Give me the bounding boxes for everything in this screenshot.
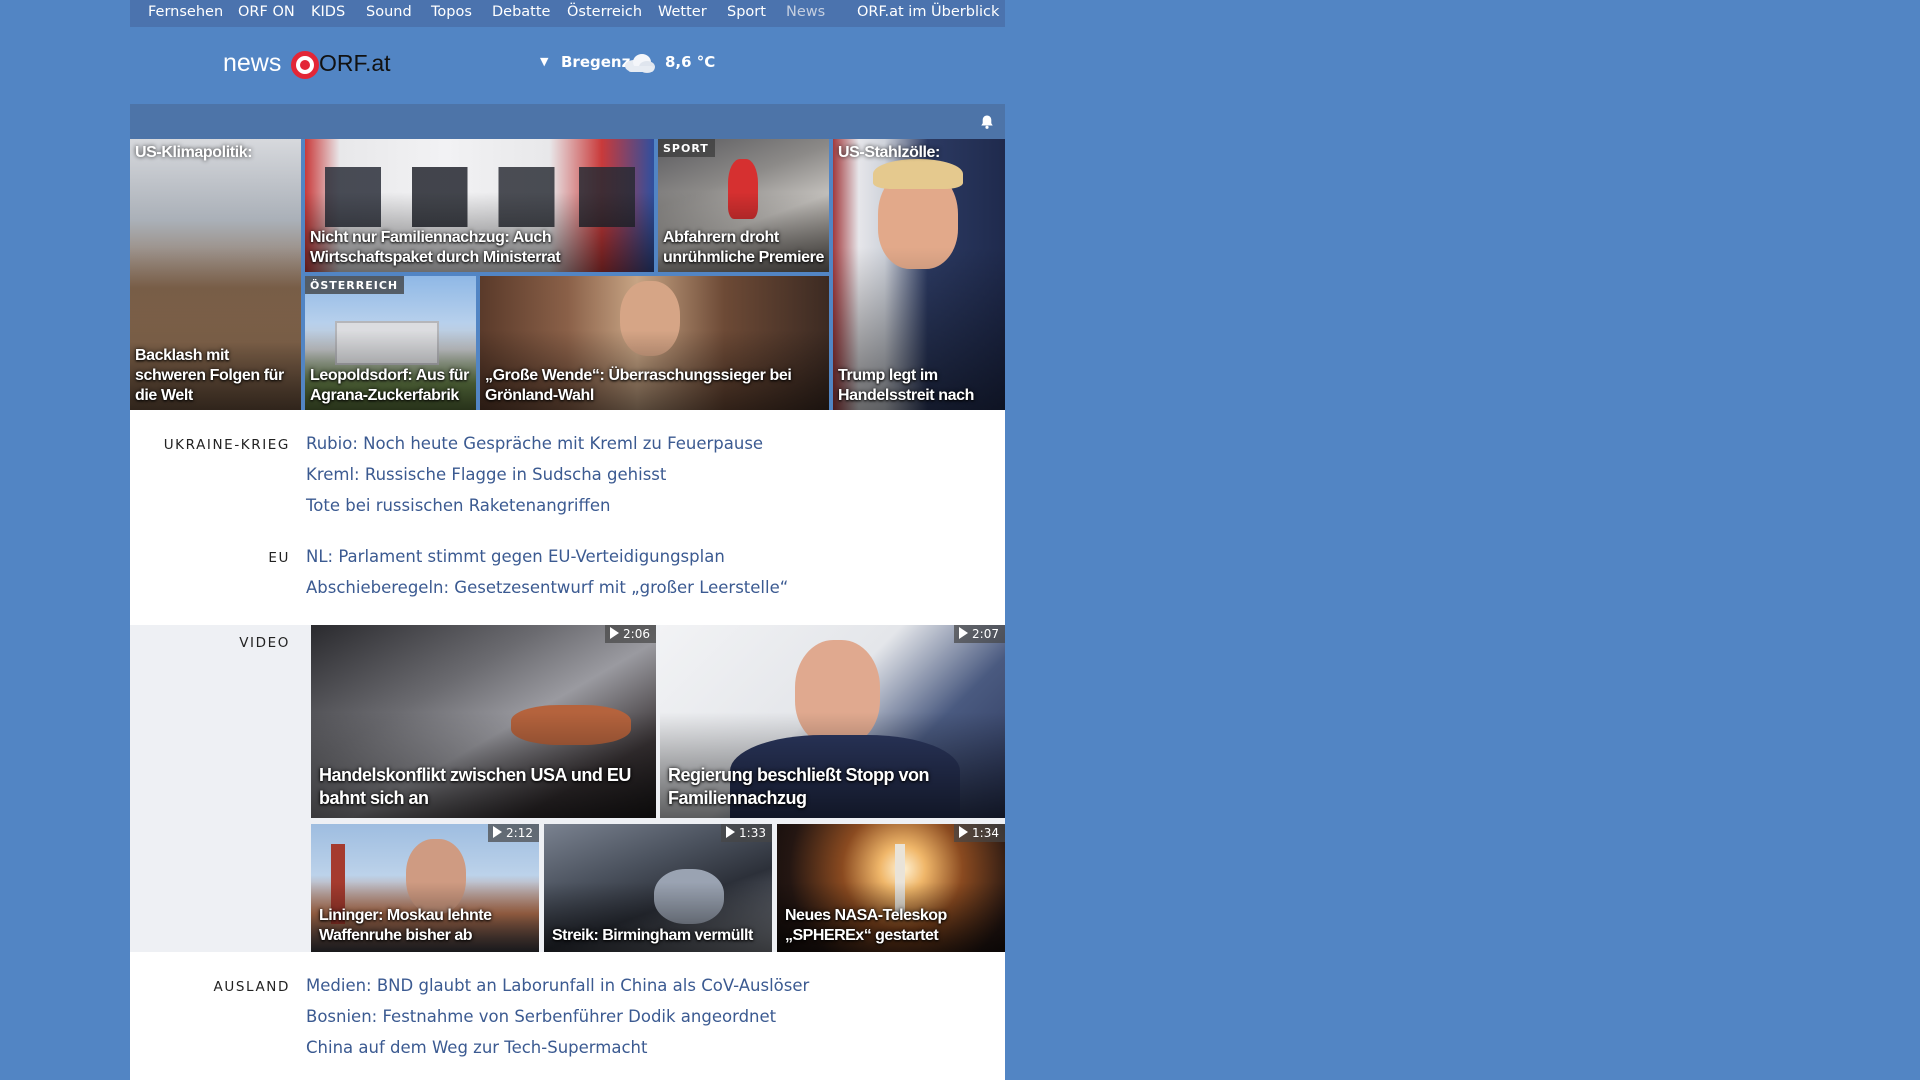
news-link[interactable]: Abschieberegeln: Gesetzesentwurf mit „gr… — [306, 578, 788, 597]
news-link[interactable]: Kreml: Russische Flagge in Sudscha gehis… — [306, 465, 666, 484]
category-tag: SPORT — [658, 139, 715, 157]
news-link[interactable]: Tote bei russischen Raketenangriffen — [306, 496, 611, 515]
duration-text: 1:34 — [972, 826, 999, 840]
cloud-icon — [625, 54, 655, 73]
chevron-down-icon: ▼ — [540, 55, 549, 68]
duration-text: 2:07 — [972, 627, 999, 641]
section-label-ukraine: UKRAINE-KRIEG — [163, 437, 290, 453]
logo-orf-text: ORF.at — [319, 50, 391, 76]
teaser-caption: Nicht nur Familiennachzug: Auch Wirtscha… — [310, 229, 561, 266]
weather-temperature: 8,6 °C — [665, 53, 716, 71]
nav-wetter[interactable]: Wetter — [658, 4, 707, 20]
teaser-kicker: US-Klimapolitik: — [135, 144, 253, 161]
section-label-video: VIDEO — [239, 635, 290, 651]
teaser-sport-abfahrer[interactable]: SPORT Abfahrern droht unrühmliche Premie… — [658, 139, 829, 272]
teaser-caption: Leopoldsdorf: Aus für Agrana-Zuckerfabri… — [310, 367, 469, 404]
teaser-caption: Backlash mit schweren Folgen für die Wel… — [135, 347, 284, 404]
video-duration: 2:07 — [954, 625, 1005, 643]
play-icon — [959, 826, 969, 838]
teaser-caption: Trump legt im Handelsstreit nach — [838, 367, 974, 404]
teaser-caption: Abfahrern droht unrühmliche Premiere — [663, 229, 824, 266]
video-caption: Lininger: Moskau lehnte Waffenruhe bishe… — [319, 907, 492, 944]
teaser-groenland-wahl[interactable]: „Große Wende“: Überraschungssieger bei G… — [480, 276, 829, 410]
video-tile[interactable]: 2:06 Handelskonflikt zwischen USA und EU… — [311, 625, 656, 818]
top-navigation: Fernsehen ORF ON KIDS Sound Topos Debatt… — [130, 0, 1005, 27]
nav-oesterreich[interactable]: Österreich — [567, 4, 642, 20]
duration-text: 2:12 — [506, 826, 533, 840]
nav-topos[interactable]: Topos — [431, 4, 472, 20]
play-icon — [493, 826, 503, 838]
nav-debatte[interactable]: Debatte — [492, 4, 550, 20]
section-label-ausland: AUSLAND — [213, 979, 290, 995]
weather-city: Bregenz — [561, 53, 631, 71]
video-section: VIDEO 2:06 Handelskonflikt zwischen USA … — [130, 625, 1005, 952]
nav-fernsehen[interactable]: Fernsehen — [148, 4, 223, 20]
teaser-ministerrat[interactable]: Nicht nur Familiennachzug: Auch Wirtscha… — [305, 139, 654, 272]
bell-icon[interactable] — [979, 114, 995, 130]
news-link[interactable]: Medien: BND glaubt an Laborunfall in Chi… — [306, 976, 809, 995]
news-link[interactable]: Rubio: Noch heute Gespräche mit Kreml zu… — [306, 434, 763, 453]
section-label-eu: EU — [268, 550, 290, 566]
teaser-kicker: US-Stahlzölle: — [838, 144, 940, 161]
teaser-caption: „Große Wende“: Überraschungssieger bei G… — [485, 367, 792, 404]
teaser-leopoldsdorf[interactable]: ÖSTERREICH Leopoldsdorf: Aus für Agrana-… — [305, 276, 476, 410]
duration-text: 1:33 — [739, 826, 766, 840]
nav-orf-overview[interactable]: ORF.at im Überblick — [857, 4, 999, 20]
video-tile[interactable]: 1:33 Streik: Birmingham vermüllt — [544, 824, 772, 952]
nav-sound[interactable]: Sound — [366, 4, 412, 20]
photo-hair — [873, 159, 963, 189]
page: Fernsehen ORF ON KIDS Sound Topos Debatt… — [130, 0, 1005, 1080]
teaser-us-stahlzoelle[interactable]: US-Stahlzölle: Trump legt im Handelsstre… — [833, 139, 1005, 410]
play-icon — [726, 826, 736, 838]
play-icon — [610, 627, 620, 639]
video-caption: Neues NASA-Teleskop „SPHEREx“ gestartet — [785, 907, 947, 944]
news-link[interactable]: China auf dem Weg zur Tech-Supermacht — [306, 1038, 647, 1057]
main-content: UKRAINE-KRIEG Rubio: Noch heute Gespräch… — [130, 410, 1005, 1080]
video-tile[interactable]: 2:12 Lininger: Moskau lehnte Waffenruhe … — [311, 824, 539, 952]
nav-orf-on[interactable]: ORF ON — [238, 4, 295, 20]
nav-sport[interactable]: Sport — [727, 4, 766, 20]
video-duration: 1:33 — [721, 824, 772, 842]
play-icon — [959, 627, 969, 639]
video-duration: 2:06 — [605, 625, 656, 643]
nav-news[interactable]: News — [786, 4, 825, 20]
video-caption: Regierung beschließt Stopp von Familienn… — [668, 765, 930, 808]
video-caption: Streik: Birmingham vermüllt — [552, 927, 753, 944]
category-tag: ÖSTERREICH — [305, 276, 405, 294]
orf-ring-icon — [291, 51, 319, 79]
news-link[interactable]: Bosnien: Festnahme von Serbenführer Dodi… — [306, 1007, 776, 1026]
video-duration: 1:34 — [954, 824, 1005, 842]
duration-text: 2:06 — [623, 627, 650, 641]
video-caption: Handelskonflikt zwischen USA und EU bahn… — [319, 765, 631, 808]
teaser-us-klimapolitik[interactable]: US-Klimapolitik: Backlash mit schweren F… — [130, 139, 301, 410]
site-header: news ORF.at ▼ Bregenz 8,6 °C — [130, 27, 1005, 104]
toolbar-bar — [130, 104, 1005, 139]
logo-news-text: news — [223, 49, 282, 77]
video-duration: 2:12 — [488, 824, 539, 842]
news-link[interactable]: NL: Parlament stimmt gegen EU-Verteidigu… — [306, 547, 725, 566]
video-tile[interactable]: 2:07 Regierung beschließt Stopp von Fami… — [660, 625, 1005, 818]
nav-kids[interactable]: KIDS — [311, 4, 345, 20]
video-tile[interactable]: 1:34 Neues NASA-Teleskop „SPHEREx“ gesta… — [777, 824, 1005, 952]
